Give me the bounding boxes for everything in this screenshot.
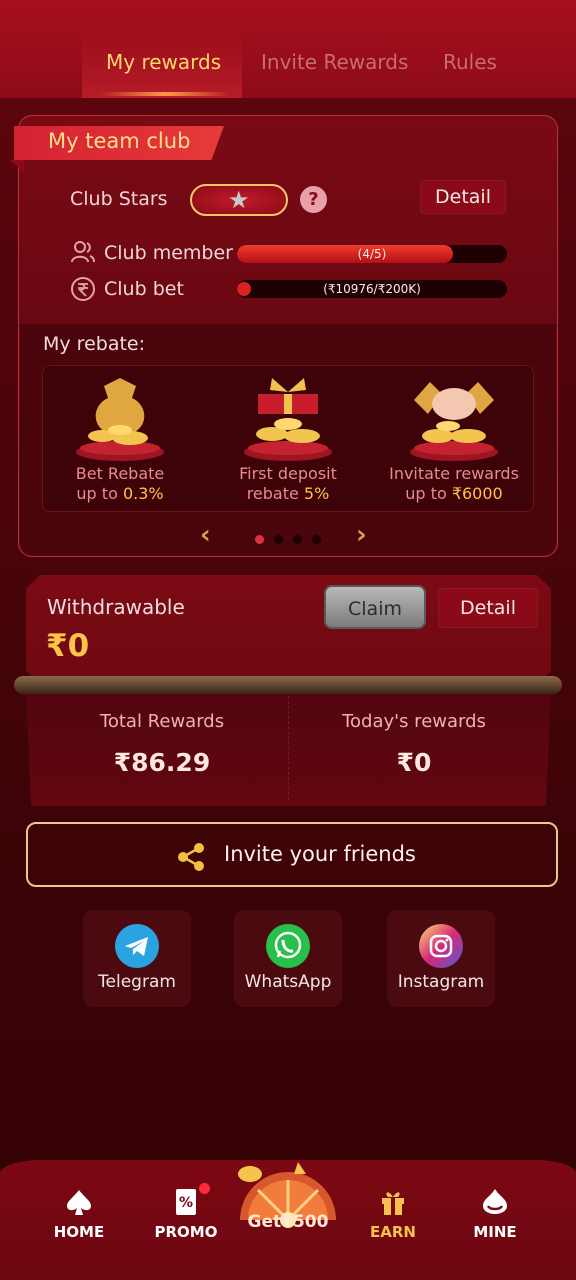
total-rewards-label: Total Rewards xyxy=(99,711,225,732)
share-icon xyxy=(178,843,204,871)
club-member-label: Club member xyxy=(104,242,233,264)
star-icon: ★ xyxy=(228,186,250,214)
help-icon[interactable]: ? xyxy=(300,186,327,213)
club-bet-progress: (₹10976/₹200K) xyxy=(237,280,507,298)
divider-rail xyxy=(14,676,562,694)
coin-bag-icon xyxy=(76,378,164,461)
club-member-progress-text: (4/5) xyxy=(357,247,387,261)
club-stars-badge: ★ xyxy=(190,184,288,216)
tab-my-rewards[interactable]: My rewards xyxy=(106,50,221,74)
withdraw-detail-button[interactable]: Detail xyxy=(438,588,538,628)
nav-earn[interactable]: EARN xyxy=(348,1185,438,1241)
club-bet-progress-text: (₹10976/₹200K) xyxy=(323,282,421,296)
handshake-icon xyxy=(410,382,498,461)
gift-box-icon xyxy=(244,378,332,461)
carousel-prev-icon[interactable]: ‹ xyxy=(200,520,211,550)
rebate-item-detail: up to 0.3% xyxy=(76,484,164,503)
nav-promo[interactable]: % PROMO xyxy=(141,1185,231,1241)
withdrawable-label: Withdrawable xyxy=(47,595,185,619)
invite-friends-button[interactable]: Invite your friends xyxy=(26,822,558,887)
rupee-circle-icon xyxy=(71,277,95,301)
whatsapp-icon xyxy=(266,924,310,968)
active-tab-underline xyxy=(100,92,230,96)
spade-icon xyxy=(67,1190,91,1215)
carousel-dots xyxy=(255,529,331,548)
telegram-icon xyxy=(115,924,159,968)
club-stars-label: Club Stars xyxy=(70,188,168,210)
club-bet-label: Club bet xyxy=(104,278,184,300)
withdrawable-value: ₹0 xyxy=(46,628,90,664)
carousel-dot[interactable] xyxy=(274,535,283,544)
ribbon-tail xyxy=(10,160,24,172)
nav-mine-label: MINE xyxy=(473,1223,517,1241)
instagram-label: Instagram xyxy=(397,972,485,992)
rebate-item-detail: up to ₹6000 xyxy=(405,484,503,503)
share-telegram[interactable]: Telegram xyxy=(83,910,191,1007)
gift-icon xyxy=(382,1192,404,1215)
club-detail-button[interactable]: Detail xyxy=(420,180,506,214)
mine-icon xyxy=(483,1189,507,1214)
nav-promo-label: PROMO xyxy=(154,1223,218,1241)
rebate-item-title: First deposit xyxy=(239,464,337,483)
team-club-title: My team club xyxy=(48,129,191,153)
rebate-item-title: Bet Rebate xyxy=(75,464,165,483)
share-instagram[interactable]: Instagram xyxy=(387,910,495,1007)
todays-rewards-label: Today's rewards xyxy=(342,711,486,732)
telegram-label: Telegram xyxy=(98,972,176,992)
rebate-title: My rebate: xyxy=(43,333,146,355)
claim-button[interactable]: Claim xyxy=(324,585,426,629)
carousel-next-icon[interactable]: › xyxy=(356,520,367,550)
svg-text:%: % xyxy=(179,1195,193,1211)
promo-ticket-icon: % xyxy=(176,1189,196,1215)
carousel-dot[interactable] xyxy=(312,535,321,544)
promo-notification-badge xyxy=(199,1183,210,1194)
members-icon xyxy=(71,241,95,263)
total-rewards-value: ₹86.29 xyxy=(113,748,211,777)
rebate-item-title: Invitate rewards xyxy=(389,464,519,483)
share-whatsapp[interactable]: WhatsApp xyxy=(234,910,342,1007)
rebate-item-bet[interactable]: Bet Rebate up to 0.3% xyxy=(40,370,200,510)
nav-earn-label: EARN xyxy=(370,1223,416,1241)
whatsapp-label: WhatsApp xyxy=(244,972,332,992)
tab-invite-rewards[interactable]: Invite Rewards xyxy=(261,50,408,74)
todays-rewards-value: ₹0 xyxy=(396,748,432,777)
carousel-dot[interactable] xyxy=(293,535,302,544)
rebate-item-first-deposit[interactable]: First deposit rebate 5% xyxy=(208,370,368,510)
get-bonus-label[interactable]: Get₹500 xyxy=(236,1212,340,1232)
club-member-progress: (4/5) xyxy=(237,245,507,263)
rebate-item-invite[interactable]: Invitate rewards up to ₹6000 xyxy=(374,370,534,510)
invite-friends-label: Invite your friends xyxy=(224,842,416,866)
nav-home-label: HOME xyxy=(53,1223,105,1241)
rewards-page: My rewards Invite Rewards Rules My team … xyxy=(0,0,576,1280)
instagram-icon xyxy=(419,924,463,968)
tab-rules[interactable]: Rules xyxy=(443,50,497,74)
nav-home[interactable]: HOME xyxy=(34,1185,124,1241)
nav-mine[interactable]: MINE xyxy=(450,1185,540,1241)
carousel-dot[interactable] xyxy=(255,535,264,544)
rebate-item-detail: rebate 5% xyxy=(246,484,330,503)
